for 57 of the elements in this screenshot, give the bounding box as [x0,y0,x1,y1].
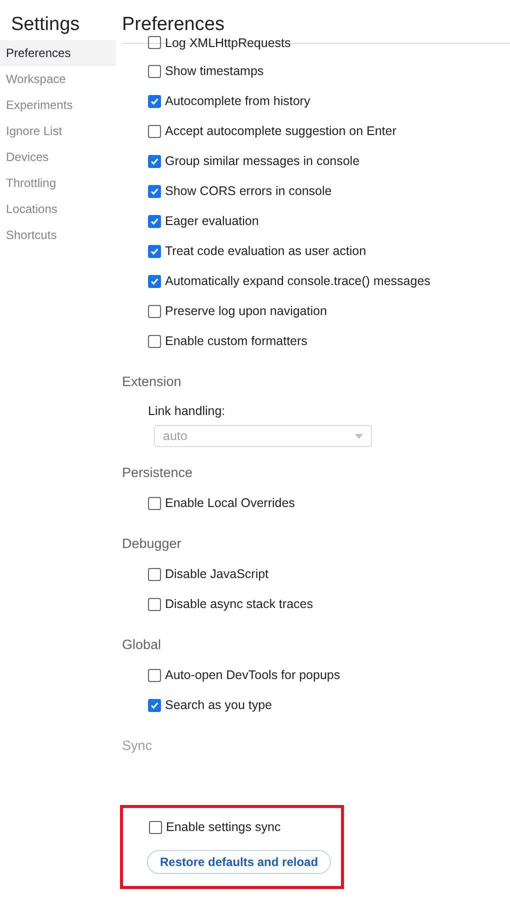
checkbox[interactable] [148,496,161,510]
checkbox-label: Automatically expand console.trace() messages [165,274,430,288]
checkbox[interactable] [148,568,161,580]
caret-icon [355,434,363,438]
check-icon [150,156,159,166]
checkbox-label: Eager evaluation [165,214,259,228]
sidebar-item[interactable]: Experiments [0,92,116,118]
checkbox[interactable] [148,274,161,288]
checkbox[interactable] [148,304,161,318]
checkbox-label: Enable settings sync [166,820,281,834]
sidebar-item[interactable]: Workspace [0,66,116,92]
checkbox-label: Show timestamps [165,64,264,78]
sidebar-item[interactable]: Ignore List [0,118,116,144]
checkbox-label: Show CORS errors in console [165,184,332,198]
check-icon [150,246,159,256]
check-icon [150,216,159,226]
checkbox-label: Disable JavaScript [165,567,269,581]
checkbox[interactable] [148,698,161,712]
checkbox[interactable] [148,598,161,610]
checkbox-label: Auto-open DevTools for popups [165,668,340,682]
checkbox-label: Disable async stack traces [165,597,313,611]
check-icon [150,96,159,106]
checkbox[interactable] [148,244,161,258]
check-icon [150,276,159,286]
checkbox-label: Accept autocomplete suggestion on Enter [165,124,396,138]
sidebar-item[interactable]: Shortcuts [0,222,116,248]
checkbox[interactable] [148,94,161,108]
section-heading: Extension [122,374,182,389]
checkbox-label: Enable Local Overrides [165,496,295,510]
sidebar-item[interactable]: Devices [0,144,116,170]
section-heading: Sync [122,738,152,753]
sidebar-title: Settings [10,13,81,37]
page-title: Preferences [122,16,224,34]
checkbox-label: Log XMLHttpRequests [165,36,291,50]
checkbox[interactable] [148,36,161,49]
checkbox[interactable] [148,124,161,138]
checkbox[interactable] [148,214,161,228]
checkbox-label: Group similar messages in console [165,154,360,168]
checkbox[interactable] [148,668,161,682]
checkbox[interactable] [148,64,161,78]
field-label: Link handling: [148,403,226,420]
sidebar-item[interactable]: Preferences [0,40,116,66]
section-heading: Persistence [122,465,193,480]
section-heading: Global [122,637,162,652]
checkbox-label: Enable custom formatters [165,334,308,348]
checkbox-label: Treat code evaluation as user action [165,244,366,258]
sidebar-item[interactable]: Locations [0,196,116,222]
checkbox-label: Autocomplete from history [165,94,310,108]
checkbox[interactable] [148,184,161,198]
checkbox[interactable] [148,334,161,348]
check-icon [150,186,159,196]
section-heading: Debugger [122,536,182,551]
checkbox-label: Preserve log upon navigation [165,304,327,318]
checkbox[interactable] [148,154,161,168]
sidebar-item[interactable]: Throttling [0,170,116,196]
checkbox-label: Search as you type [165,698,272,712]
check-icon [150,700,159,710]
